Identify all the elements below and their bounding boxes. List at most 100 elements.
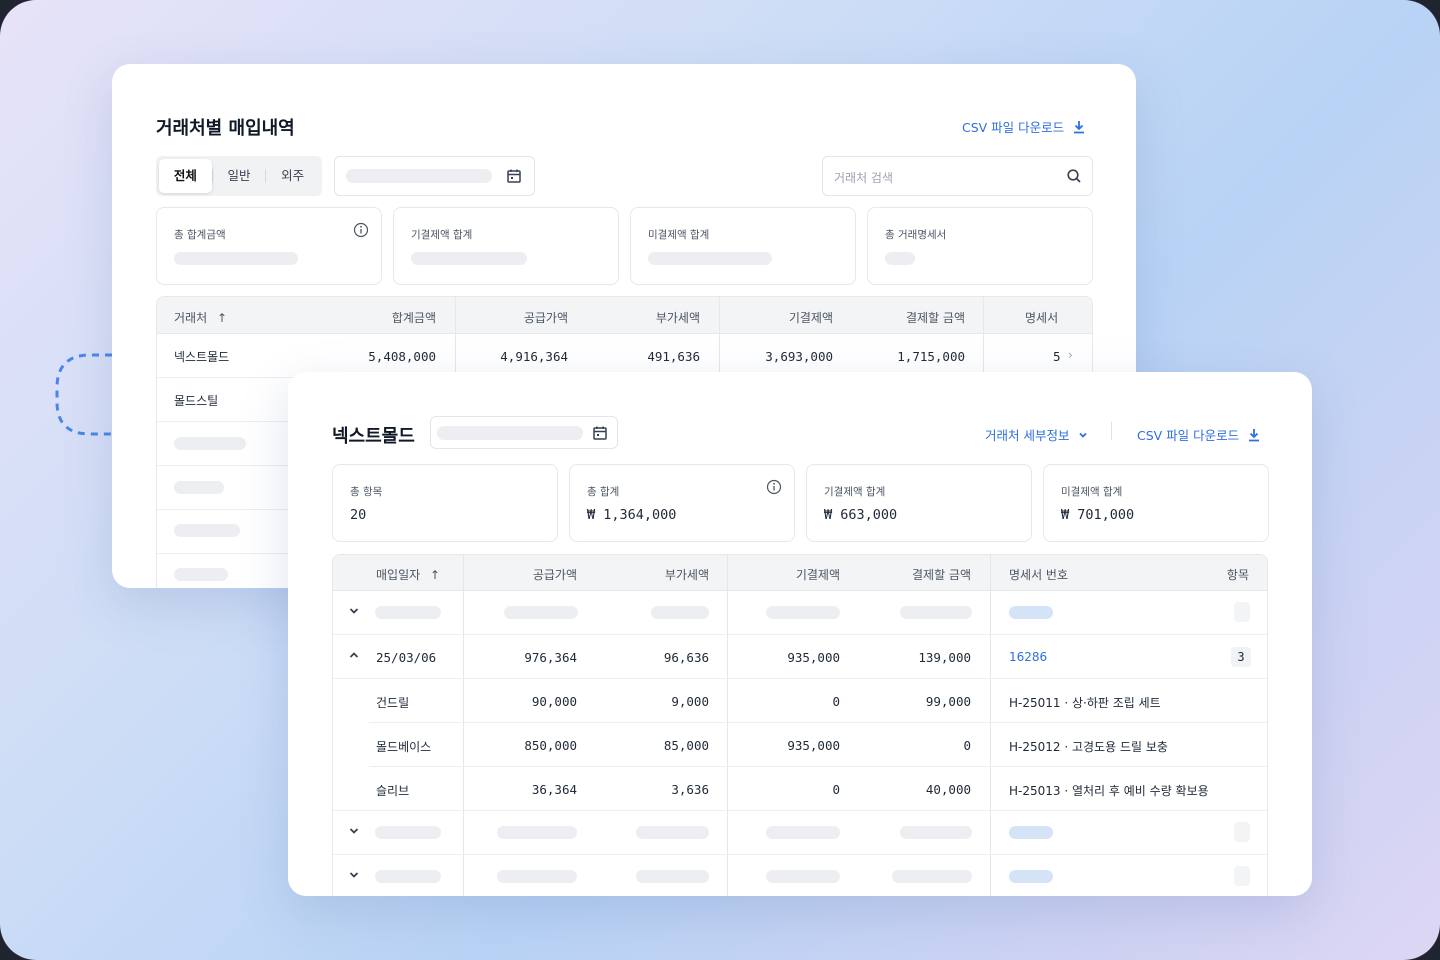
- row-divider: [333, 634, 1267, 635]
- header-due: 결제할 금액: [911, 568, 971, 582]
- background: 거래처별 매입내역 CSV 파일 다운로드 전체 일반 외주 거래처 검색 총 …: [0, 0, 1440, 960]
- stat-label: 총 거래명세서: [885, 229, 947, 241]
- header-invoice-no: 명세서 번호: [1009, 568, 1069, 582]
- page-title: 거래처별 매입내역: [156, 118, 295, 139]
- stat-value: ₩ 1,364,000: [587, 507, 677, 523]
- stat-value: ₩ 701,000: [1061, 507, 1135, 523]
- item-name: 건드릴: [376, 696, 410, 710]
- chevron-up-icon[interactable]: [348, 649, 360, 664]
- paid-placeholder: [766, 826, 840, 839]
- stat-invoice-count: 총 거래명세서: [867, 207, 1093, 285]
- date-placeholder: [437, 426, 583, 440]
- chevron-down-icon[interactable]: [348, 825, 360, 840]
- search-icon[interactable]: [1066, 168, 1082, 184]
- col-divider: [983, 297, 984, 377]
- vendor-detail-panel: 넥스트몰드 거래처 세부정보 CSV 파일 다운로드 총 항목 20 총 합계 …: [288, 372, 1312, 896]
- tab-outsource[interactable]: 외주: [266, 159, 319, 193]
- items-placeholder: [1234, 602, 1250, 622]
- date-placeholder: [346, 169, 492, 183]
- vendor-search-input[interactable]: 거래처 검색: [822, 156, 1093, 196]
- stat-unpaid-total: 미결제액 합계: [630, 207, 856, 285]
- stat-total-items: 총 항목 20: [332, 464, 558, 542]
- due-placeholder: [892, 870, 972, 883]
- table-header: 거래처 ↑ 합계금액 공급가액 부가세액 기결제액 결제할 금액 명세서: [157, 297, 1092, 334]
- download-icon: [1074, 120, 1085, 133]
- header-items: 항목: [1226, 568, 1249, 582]
- stat-paid-total: 기결제액 합계: [393, 207, 619, 285]
- col-divider: [727, 555, 728, 896]
- supply-amount: 976,364: [524, 650, 577, 665]
- supply-placeholder: [497, 870, 577, 883]
- csv-download-link[interactable]: CSV 파일 다운로드: [962, 117, 1086, 136]
- header-vendor[interactable]: 거래처 ↑: [174, 309, 227, 326]
- due-amount: 40,000: [925, 782, 971, 797]
- col-divider: [719, 297, 720, 377]
- paid-amount: 0: [832, 694, 840, 709]
- stat-label: 총 항목: [350, 486, 383, 498]
- paid-placeholder: [766, 606, 840, 619]
- stat-value-placeholder: [174, 252, 298, 265]
- csv-download-link[interactable]: CSV 파일 다운로드: [1137, 425, 1261, 444]
- supply-amount: 4,916,364: [500, 349, 568, 364]
- calendar-icon: [593, 426, 607, 440]
- vendor-title: 넥스트몰드: [332, 426, 415, 447]
- date-placeholder: [375, 606, 441, 619]
- paid-amount: 935,000: [787, 738, 840, 753]
- due-placeholder: [900, 826, 972, 839]
- info-icon[interactable]: [766, 479, 782, 495]
- paid-amount: 935,000: [787, 650, 840, 665]
- vat-amount: 85,000: [663, 738, 709, 753]
- paid-amount: 3,693,000: [765, 349, 833, 364]
- stat-label: 미결제액 합계: [1061, 486, 1123, 498]
- invoice-description: H-25012 · 고경도용 드릴 보충: [1009, 740, 1168, 754]
- header-label: 거래처: [174, 311, 208, 325]
- invoice-placeholder: [1009, 826, 1053, 839]
- due-amount: 139,000: [918, 650, 971, 665]
- paid-placeholder: [766, 870, 840, 883]
- table-header: 매입일자 ↑ 공급가액 부가세액 기결제액 결제할 금액 명세서 번호 항목: [333, 555, 1267, 591]
- tab-all[interactable]: 전체: [159, 159, 212, 193]
- arrow-up-icon: ↑: [430, 568, 441, 582]
- items-count-badge: 3: [1231, 647, 1251, 667]
- info-icon[interactable]: [353, 222, 369, 238]
- vat-placeholder: [636, 870, 709, 883]
- due-amount: 1,715,000: [897, 349, 965, 364]
- download-icon: [1249, 428, 1260, 441]
- header-due: 결제할 금액: [905, 311, 965, 325]
- csv-download-label: CSV 파일 다운로드: [962, 120, 1065, 135]
- row-placeholder: [174, 568, 228, 581]
- link-divider: [1111, 422, 1112, 440]
- items-placeholder: [1234, 866, 1250, 886]
- vat-placeholder: [636, 826, 709, 839]
- purchase-date: 25/03/06: [376, 650, 437, 665]
- vat-amount: 96,636: [663, 650, 709, 665]
- row-divider: [369, 766, 1267, 767]
- vendor-detail-dropdown[interactable]: 거래처 세부정보: [985, 425, 1089, 444]
- invoice-number-link[interactable]: 16286: [1009, 650, 1047, 664]
- date-range-picker[interactable]: [334, 156, 535, 196]
- vat-placeholder: [651, 606, 709, 619]
- stat-value-placeholder: [648, 252, 772, 265]
- supply-placeholder: [504, 606, 578, 619]
- arrow-up-icon: ↑: [216, 311, 228, 325]
- total-amount: 5,408,000: [368, 349, 436, 364]
- header-date[interactable]: 매입일자 ↑: [376, 566, 440, 583]
- header-vat: 부가세액: [664, 568, 709, 582]
- vat-amount: 9,000: [671, 694, 709, 709]
- chevron-right-icon: ›: [1068, 348, 1073, 362]
- items-placeholder: [1234, 822, 1250, 842]
- paid-amount: 0: [832, 782, 840, 797]
- vendor-name: 몰드스틸: [174, 394, 219, 408]
- stat-value-placeholder: [411, 252, 527, 265]
- tab-general[interactable]: 일반: [213, 159, 266, 193]
- date-range-picker[interactable]: [430, 416, 618, 449]
- stat-label: 기결제액 합계: [411, 229, 473, 241]
- header-vat: 부가세액: [655, 311, 700, 325]
- chevron-down-icon[interactable]: [348, 869, 360, 884]
- header-total: 합계금액: [391, 311, 436, 325]
- chevron-down-icon[interactable]: [348, 605, 360, 620]
- chevron-down-icon: [1079, 432, 1088, 438]
- row-divider: [333, 810, 1267, 811]
- supply-amount: 36,364: [531, 782, 577, 797]
- row-divider: [369, 722, 1267, 723]
